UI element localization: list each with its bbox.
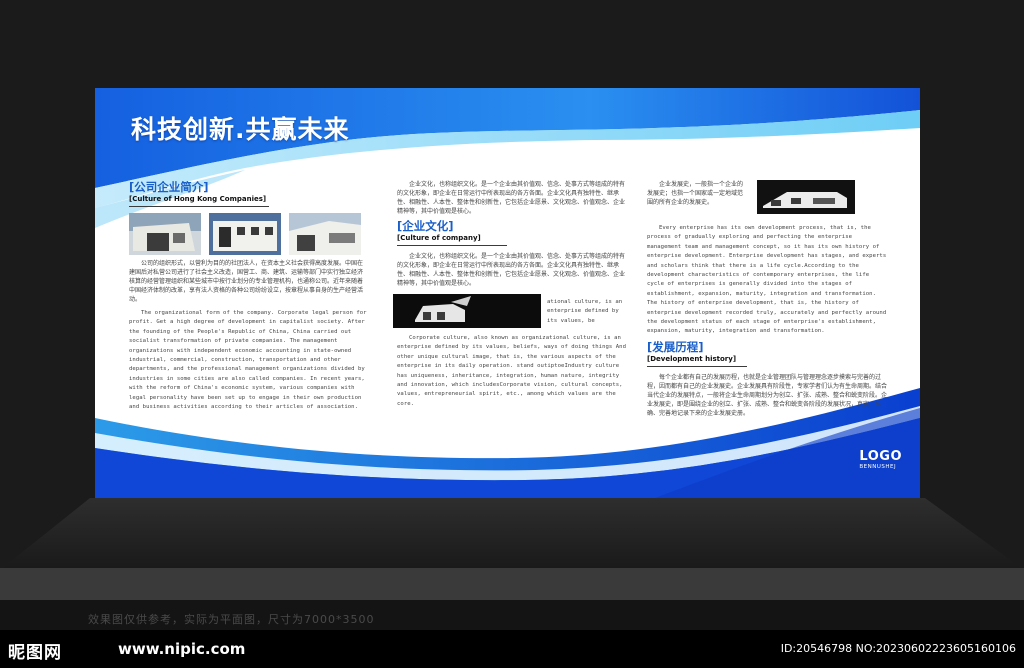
history-intro-zh-text: 企业发展史，一般指一个企业的发展史；也指一个国家或一定地域范围的所有企业的发展史… [647,181,744,206]
culture-photo-block: ational culture, is an enterprise define… [393,294,627,334]
company-culture-zh-text: 企业文化，也称组织文化。是一个企业由其价值观、信念、处事方式等组成的特有的文化形… [397,253,626,287]
culture-intro-zh-text: 企业文化，也称组织文化。是一个企业由其价值观、信念、处事方式等组成的特有的文化形… [397,181,626,215]
site-name: 昵图网 [8,643,62,663]
company-intro-subtitle: [Culture of Hong Kong Companies] [129,195,267,203]
development-history-subtitle: [Development history] [647,354,737,363]
section-divider [397,245,507,246]
company-culture-section: 企业文化，也称组织文化。是一个企业由其价值观、信念、处事方式等组成的特有的文化形… [393,180,627,409]
history-top-block: 企业发展史，一般指一个企业的发展史；也指一个国家或一定地域范围的所有企业的发展史… [647,180,887,224]
image-id-text: ID:20546798 NO:20230602223605160106 [780,642,1016,655]
site-url[interactable]: www.nipic.com [118,640,245,658]
development-history-section: 企业发展史，一般指一个企业的发展史；也指一个国家或一定地域范围的所有企业的发展史… [647,180,887,418]
development-history-title: [发展历程] [647,339,704,354]
company-culture-subtitle: [Culture of company] [397,234,481,242]
building-photo [209,213,281,255]
history-en-text: Every enterprise has its own development… [647,225,887,335]
photo-row [129,213,367,259]
company-intro-section: [公司企业简介] [Culture of Hong Kong Companies… [129,180,367,412]
section-divider [129,206,269,207]
company-intro-title: [公司企业简介] [129,180,209,194]
watermark-bar: 昵图网 www.nipic.com ID:20546798 NO:2023060… [0,630,1024,668]
building-photo [393,294,541,328]
display-board: 科技创新.共赢未来 [公司企业简介] [Culture of Hong Kong… [95,88,920,498]
company-intro-en-text: The organizational form of the company. … [129,310,367,411]
building-photo [129,213,201,255]
effect-caption: 效果图仅供参考，实际为平面图，尺寸为7000*3500 [88,613,375,626]
board-headline: 科技创新.共赢未来 [131,115,350,144]
section-divider [647,365,747,367]
logo-text: LOGO [859,449,902,464]
company-intro-zh-text: 公司的组织形式，以营利为目的的社团法人，在资本主义社会获得高度发展。中国在建国后… [129,260,364,303]
culture-en-beside-text: ational culture, is an enterprise define… [547,299,623,324]
company-culture-en-text: Corporate culture, also known as organiz… [397,335,626,407]
company-logo: LOGO BENNUSHEJ [859,449,902,471]
development-history-zh-text: 每个企业都有自己的发展历程，也就是企业管理团队与管理理念逐步摸索与完善的过程，因… [647,373,888,417]
building-photo [757,180,855,214]
building-photo [289,213,361,255]
company-culture-title: [企业文化] [397,219,454,233]
logo-subtext: BENNUSHEJ [859,464,897,470]
